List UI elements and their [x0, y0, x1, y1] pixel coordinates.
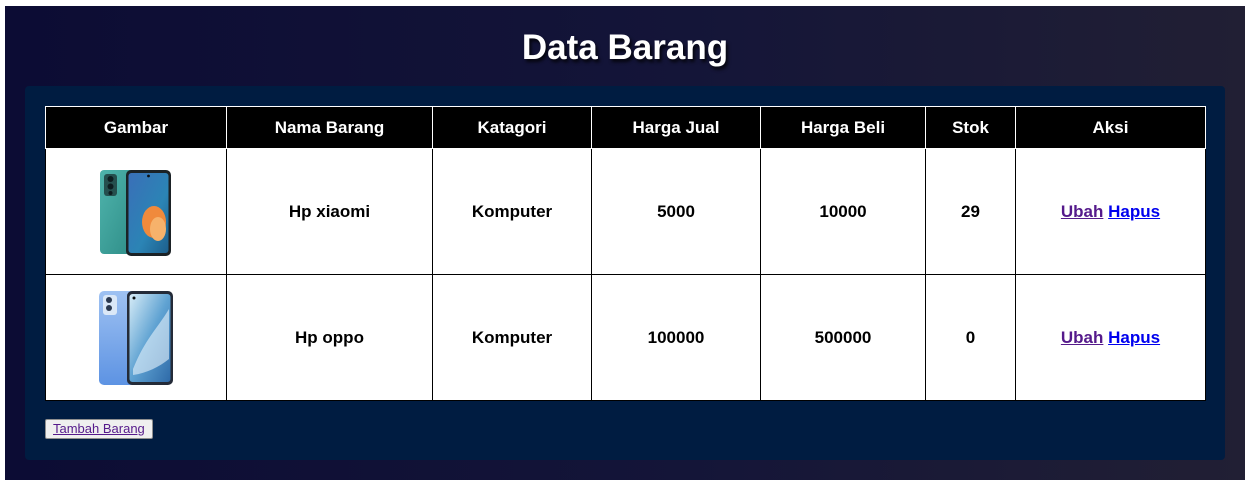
cell-nama-barang: Hp oppo [226, 274, 433, 401]
tambah-barang-button[interactable]: Tambah Barang [45, 419, 153, 439]
hapus-link[interactable]: Hapus [1108, 202, 1160, 221]
ubah-link[interactable]: Ubah [1061, 202, 1104, 221]
table-header-row: Gambar Nama Barang Katagori Harga Jual H… [45, 106, 1206, 149]
cell-aksi: Ubah Hapus [1015, 148, 1206, 275]
cell-katagori: Komputer [432, 148, 592, 275]
cell-stok: 0 [925, 274, 1016, 401]
column-header-aksi: Aksi [1015, 106, 1206, 149]
cell-harga-beli: 500000 [760, 274, 926, 401]
column-header-harga-jual: Harga Jual [591, 106, 761, 149]
cell-harga-jual: 100000 [591, 274, 761, 401]
cell-harga-jual: 5000 [591, 148, 761, 275]
page-frame: Data Barang Gambar Nama Barang Katagori … [5, 6, 1245, 480]
hapus-link[interactable]: Hapus [1108, 328, 1160, 347]
cell-aksi: Ubah Hapus [1015, 274, 1206, 401]
table-row: Hp oppo Komputer 100000 500000 0 Ubah Ha… [45, 274, 1206, 401]
phone-blue-image [99, 290, 173, 385]
table-row: Hp xiaomi Komputer 5000 10000 29 Ubah Ha… [45, 148, 1206, 275]
cell-nama-barang: Hp xiaomi [226, 148, 433, 275]
column-header-stok: Stok [925, 106, 1016, 149]
cell-harga-beli: 10000 [760, 148, 926, 275]
cell-gambar [45, 148, 227, 275]
column-header-nama-barang: Nama Barang [226, 106, 433, 149]
cell-stok: 29 [925, 148, 1016, 275]
cell-katagori: Komputer [432, 274, 592, 401]
table-panel: Gambar Nama Barang Katagori Harga Jual H… [25, 86, 1225, 460]
phone-teal-image [100, 169, 171, 256]
cell-gambar [45, 274, 227, 401]
ubah-link[interactable]: Ubah [1061, 328, 1104, 347]
column-header-katagori: Katagori [432, 106, 592, 149]
column-header-harga-beli: Harga Beli [760, 106, 926, 149]
column-header-gambar: Gambar [45, 106, 227, 149]
data-table: Gambar Nama Barang Katagori Harga Jual H… [45, 106, 1206, 401]
page-title: Data Barang [521, 28, 729, 67]
